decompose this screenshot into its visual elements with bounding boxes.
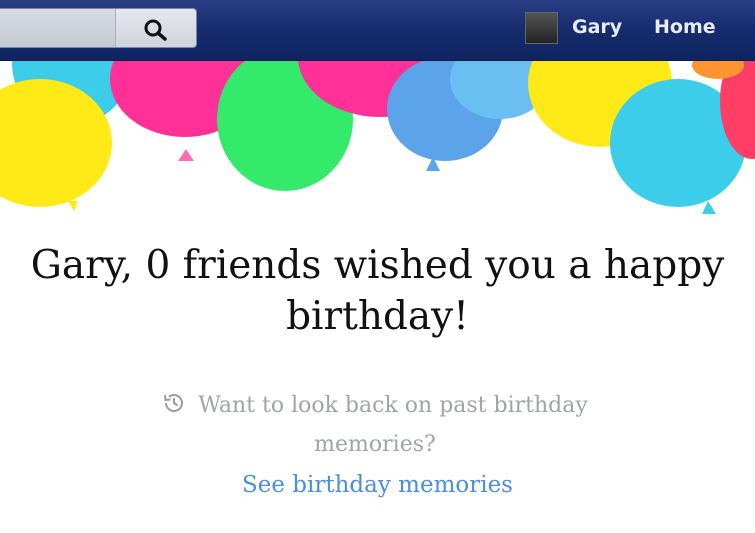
balloon-banner [0,61,755,221]
memories-prompt-text: Want to look back on past birthday memor… [198,393,588,457]
balloon-knot [68,201,78,211]
birthday-headline: Gary, 0 friends wished you a happy birth… [30,243,725,339]
balloon-knot [178,149,194,161]
search-button[interactable] [115,9,196,47]
top-navigation-bar: Gary Home [0,0,755,61]
memories-prompt: Want to look back on past birthday memor… [140,388,610,463]
search-input[interactable] [0,8,197,48]
profile-link[interactable]: Gary [572,16,622,38]
balloon-knot [702,201,716,214]
history-icon [162,391,186,427]
balloons-illustration [0,61,755,214]
avatar[interactable] [525,12,558,44]
see-birthday-memories-link[interactable]: See birthday memories [0,472,755,498]
search-icon [144,19,167,41]
home-link[interactable]: Home [654,16,716,38]
